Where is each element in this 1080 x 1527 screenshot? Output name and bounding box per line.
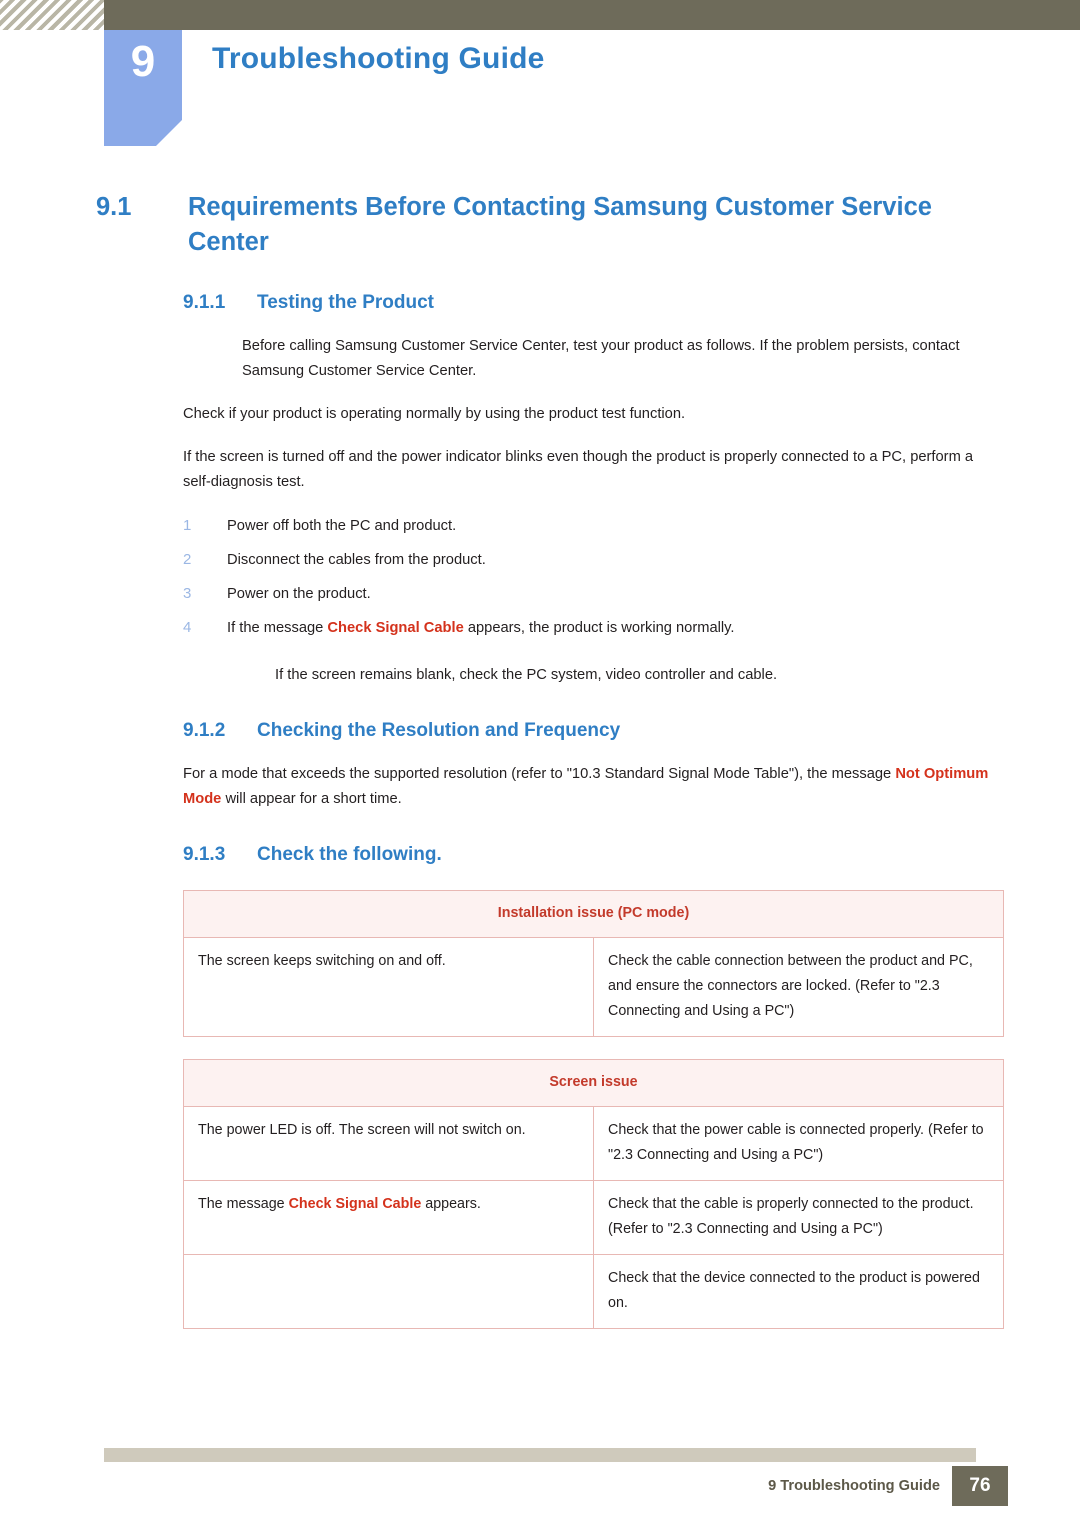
table-row: The screen keeps switching on and off. C…	[183, 937, 1004, 1037]
chapter-number-badge: 9	[104, 30, 182, 146]
paragraph-text-before: For a mode that exceeds the supported re…	[183, 766, 896, 782]
table-caption-screen-issue: Screen issue	[183, 1059, 1004, 1107]
step-text: Power on the product.	[227, 586, 371, 602]
section-number-9-1-1: 9.1.1	[183, 292, 226, 313]
paragraph-self-diagnosis: If the screen is turned off and the powe…	[183, 449, 974, 490]
step-text: Disconnect the cables from the product.	[227, 552, 486, 568]
table-cell-solution: Check that the device connected to the p…	[593, 1254, 1004, 1329]
paragraph-product-test: Check if your product is operating norma…	[183, 406, 686, 422]
table-cell-symptom: The screen keeps switching on and off.	[183, 937, 594, 1037]
symptom-text-before: The message	[198, 1196, 289, 1212]
table-row: Check that the device connected to the p…	[183, 1254, 1004, 1329]
table-caption-row: Installation issue (PC mode)	[183, 890, 1004, 938]
installation-issue-table: Installation issue (PC mode) The screen …	[183, 890, 1004, 1037]
step-text: If the message Check Signal Cable appear…	[227, 611, 990, 645]
step-text-before: If the message	[227, 620, 328, 636]
paragraph-text-after: will appear for a short time.	[221, 791, 402, 807]
page-header-band	[0, 0, 1080, 30]
symptom-text-after: appears.	[421, 1196, 481, 1212]
badge-corner-decoration	[156, 120, 182, 146]
screen-issue-table: Screen issue The power LED is off. The s…	[183, 1059, 1004, 1329]
installation-issue-table-wrapper: Installation issue (PC mode) The screen …	[0, 890, 1080, 1037]
step-number: 2	[183, 551, 192, 568]
footer-chapter-label: 9 Troubleshooting Guide	[768, 1478, 940, 1494]
section-title-9-1-1: Testing the Product	[257, 292, 434, 313]
table-cell-symptom-empty	[183, 1254, 594, 1329]
table-cell-symptom: The message Check Signal Cable appears.	[183, 1180, 594, 1255]
section-heading-9-1-1: 9.1.1 Testing the Product	[0, 290, 1080, 316]
step-text: Power off both the PC and product.	[227, 518, 457, 534]
section-title-9-1-3: Check the following.	[257, 844, 442, 865]
osd-message-check-signal-cable: Check Signal Cable	[327, 620, 464, 636]
section-number-9-1-2: 9.1.2	[183, 720, 226, 741]
table-cell-symptom: The power LED is off. The screen will no…	[183, 1106, 594, 1181]
section-title-9-1-2: Checking the Resolution and Frequency	[257, 720, 621, 741]
chapter-title: Troubleshooting Guide	[212, 42, 545, 75]
section-number-9-1: 9.1	[96, 193, 132, 221]
list-item: 1 Power off both the PC and product.	[0, 509, 1080, 543]
section-number-9-1-3: 9.1.3	[183, 844, 226, 865]
document-page: 9 Troubleshooting Guide 9.1 Requirements…	[0, 0, 1080, 1527]
osd-message-check-signal-cable: Check Signal Cable	[288, 1196, 422, 1212]
header-hatch-decoration	[0, 0, 104, 30]
table-row: The power LED is off. The screen will no…	[183, 1106, 1004, 1181]
screen-issue-table-wrapper: Screen issue The power LED is off. The s…	[0, 1059, 1080, 1329]
step-number: 1	[183, 517, 192, 534]
table-cell-solution: Check that the power cable is connected …	[593, 1106, 1004, 1181]
section-heading-9-1: 9.1 Requirements Before Contacting Samsu…	[0, 190, 1080, 260]
table-cell-solution: Check that the cable is properly connect…	[593, 1180, 1004, 1255]
footer-page-number: 76	[952, 1466, 1008, 1506]
paragraph-blank-screen-note: If the screen remains blank, check the P…	[275, 667, 778, 683]
table-cell-solution: Check the cable connection between the p…	[593, 937, 1004, 1037]
section-heading-9-1-2: 9.1.2 Checking the Resolution and Freque…	[0, 718, 1080, 744]
step-number: 4	[183, 619, 192, 636]
footer-rule	[104, 1448, 976, 1462]
paragraph-testing-intro: Before calling Samsung Customer Service …	[242, 338, 960, 379]
paragraph-not-optimum-mode: For a mode that exceeds the supported re…	[0, 762, 1080, 812]
list-item: 2 Disconnect the cables from the product…	[0, 543, 1080, 577]
step-number: 3	[183, 585, 192, 602]
list-item: 3 Power on the product.	[0, 577, 1080, 611]
table-row: The message Check Signal Cable appears. …	[183, 1180, 1004, 1255]
list-item: 4 If the message Check Signal Cable appe…	[0, 611, 1080, 645]
step-text-after: appears, the product is working normally…	[463, 620, 735, 636]
page-content: 9.1 Requirements Before Contacting Samsu…	[0, 190, 1080, 1329]
table-caption-installation-issue: Installation issue (PC mode)	[183, 890, 1004, 938]
section-heading-9-1-3: 9.1.3 Check the following.	[0, 842, 1080, 868]
chapter-number: 9	[130, 37, 156, 86]
self-diagnosis-steps: 1 Power off both the PC and product. 2 D…	[0, 509, 1080, 645]
section-title-9-1: Requirements Before Contacting Samsung C…	[188, 193, 932, 256]
table-caption-row: Screen issue	[183, 1059, 1004, 1107]
